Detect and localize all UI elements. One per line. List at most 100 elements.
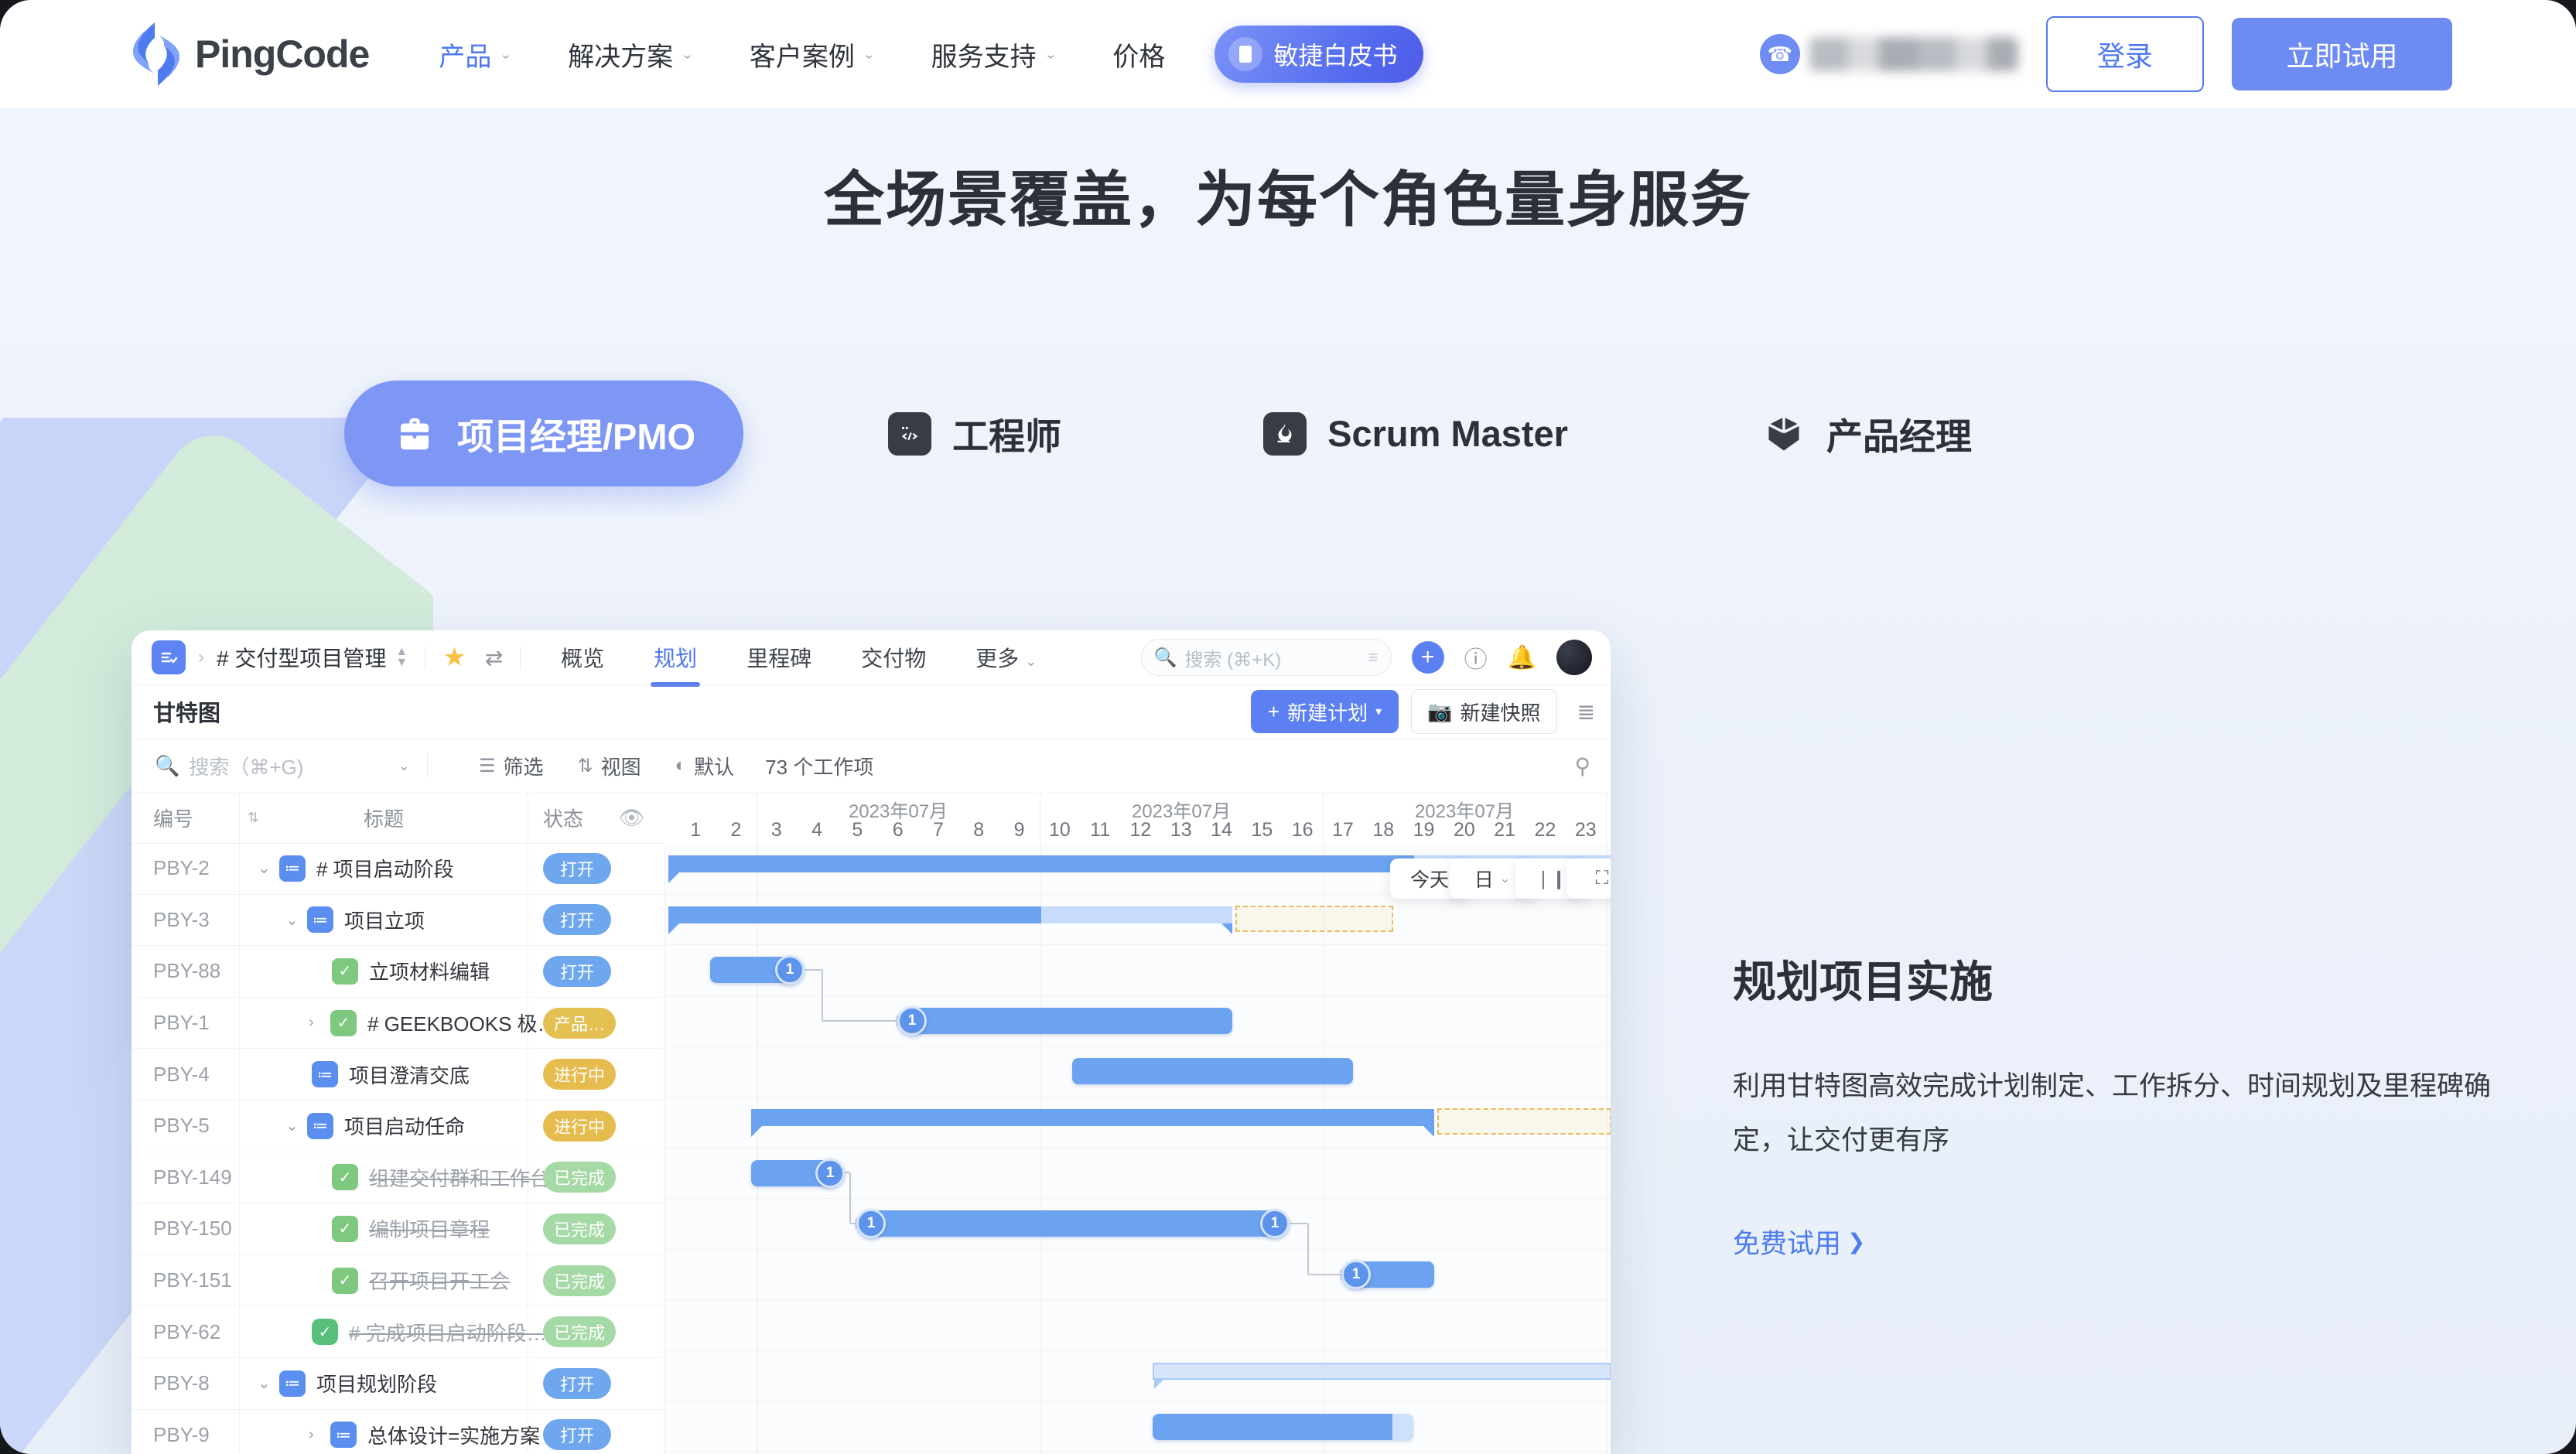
table-row-PBY-8[interactable]: PBY-8⌄≔项目规划阶段打开 bbox=[132, 1358, 664, 1410]
status-badge[interactable]: 进行中 bbox=[543, 1111, 616, 1142]
add-button[interactable]: + bbox=[1412, 641, 1444, 674]
gantt-task-bar[interactable] bbox=[912, 1008, 1232, 1034]
dependency-count-badge[interactable]: 1 bbox=[897, 1006, 927, 1036]
global-search-input[interactable]: 🔍 搜索 (⌘+K) ≡ bbox=[1141, 639, 1392, 676]
nav-item-解决方案[interactable]: 解决方案⌄ bbox=[568, 36, 694, 73]
chevron-down-icon[interactable]: ⌄ bbox=[285, 910, 307, 930]
app-tab-交付物[interactable]: 交付物 bbox=[858, 631, 929, 684]
new-plan-button[interactable]: + 新建计划 ▾ bbox=[1251, 690, 1399, 733]
status-badge[interactable]: 打开 bbox=[543, 1419, 611, 1450]
list-view-icon[interactable]: ≣ bbox=[1577, 699, 1594, 725]
work-item-title[interactable]: 召开项目开工会 bbox=[369, 1266, 510, 1295]
nav-item-产品[interactable]: 产品⌄ bbox=[439, 36, 512, 73]
default-config-button[interactable]: ◐默认 bbox=[675, 752, 735, 780]
work-item-title[interactable]: 项目澄清交底 bbox=[349, 1060, 470, 1089]
status-badge[interactable]: 已完成 bbox=[543, 1213, 616, 1244]
work-item-title[interactable]: 项目立项 bbox=[344, 906, 425, 934]
table-row-PBY-88[interactable]: PBY-88✓立项材料编辑打开 bbox=[132, 946, 664, 998]
table-row-PBY-150[interactable]: PBY-150✓编制项目章程已完成 bbox=[132, 1203, 664, 1255]
pingcode-logo[interactable]: PingCode bbox=[132, 21, 369, 87]
table-row-PBY-4[interactable]: PBY-4≔项目澄清交底进行中 bbox=[132, 1049, 664, 1101]
role-tab-2[interactable]: 工程师 bbox=[887, 407, 1061, 460]
status-badge[interactable]: 已完成 bbox=[543, 1316, 616, 1347]
table-row-PBY-3[interactable]: PBY-3⌄≔项目立项打开 bbox=[132, 895, 664, 947]
locate-icon[interactable]: ⚲ bbox=[1574, 753, 1590, 779]
snapshot-button[interactable]: 📷 新建快照 bbox=[1411, 689, 1556, 734]
chevron-right-icon[interactable]: › bbox=[309, 1426, 330, 1444]
filter-button[interactable]: ☰筛选 bbox=[479, 752, 544, 780]
work-item-title[interactable]: 编制项目章程 bbox=[369, 1214, 490, 1243]
work-item-title[interactable]: # 完成项目启动阶段… bbox=[349, 1318, 547, 1346]
gantt-task-bar[interactable] bbox=[871, 1210, 1275, 1237]
dependency-count-badge[interactable]: 1 bbox=[815, 1159, 845, 1188]
project-switcher-icon[interactable]: ▲▼ bbox=[395, 647, 408, 668]
status-badge[interactable]: 已完成 bbox=[543, 1162, 616, 1193]
status-badge[interactable]: 打开 bbox=[543, 1368, 611, 1399]
project-name[interactable]: # 交付型项目管理 bbox=[217, 642, 386, 673]
dependency-count-badge[interactable]: 1 bbox=[1260, 1209, 1290, 1238]
nav-item-服务支持[interactable]: 服务支持⌄ bbox=[931, 36, 1057, 73]
chevron-down-icon[interactable]: ⌄ bbox=[258, 1374, 279, 1393]
gantt-dashed-range[interactable] bbox=[1437, 1108, 1611, 1135]
nav-item-label: 客户案例 bbox=[750, 36, 855, 73]
work-item-title[interactable]: 项目规划阶段 bbox=[316, 1369, 437, 1398]
free-trial-link[interactable]: 免费试用❯ bbox=[1733, 1222, 2491, 1261]
gantt-dashed-range[interactable] bbox=[1235, 906, 1393, 932]
work-item-title[interactable]: 项目启动任命 bbox=[344, 1111, 465, 1140]
notifications-bell-icon[interactable]: 🔔 bbox=[1508, 644, 1536, 671]
status-badge[interactable]: 打开 bbox=[543, 853, 611, 884]
column-header-id[interactable]: 编号 bbox=[153, 793, 193, 843]
work-item-title[interactable]: 立项材料编辑 bbox=[369, 957, 490, 985]
whitepaper-button[interactable]: 敏捷白皮书 bbox=[1215, 26, 1423, 83]
eye-icon[interactable]: 👁 bbox=[619, 793, 644, 843]
chevron-right-icon[interactable]: › bbox=[309, 1014, 330, 1032]
gantt-summary-bar[interactable] bbox=[1153, 1363, 1611, 1380]
work-item-title[interactable]: 组建交付群和工作台 bbox=[369, 1163, 550, 1192]
gantt-summary-bar[interactable] bbox=[668, 906, 1232, 923]
table-row-PBY-9[interactable]: PBY-9›≔总体设计=实施方案（…打开 bbox=[132, 1410, 664, 1454]
table-row-PBY-62[interactable]: PBY-62✓# 完成项目启动阶段…已完成 bbox=[132, 1306, 664, 1358]
table-row-PBY-151[interactable]: PBY-151✓召开项目开工会已完成 bbox=[132, 1255, 664, 1307]
app-tab-更多[interactable]: 更多⌄ bbox=[972, 631, 1040, 684]
table-row-PBY-1[interactable]: PBY-1›✓# GEEKBOOKS 极…产品… bbox=[132, 998, 664, 1050]
dependency-count-badge[interactable]: 1 bbox=[856, 1209, 886, 1238]
table-row-PBY-2[interactable]: PBY-2⌄≔# 项目启动阶段打开 bbox=[132, 843, 664, 895]
project-folder-icon[interactable] bbox=[152, 640, 186, 674]
gantt-task-bar[interactable] bbox=[1072, 1058, 1353, 1084]
dependency-count-badge[interactable]: 1 bbox=[1341, 1260, 1371, 1289]
trial-button[interactable]: 立即试用 bbox=[2232, 18, 2452, 90]
column-header-status[interactable]: 状态 bbox=[543, 793, 583, 843]
role-tab-4[interactable]: 产品经理 bbox=[1761, 407, 1972, 460]
task-icon: ✓ bbox=[330, 1010, 357, 1036]
favorite-star-icon[interactable]: ★ bbox=[442, 642, 466, 673]
app-tab-里程碑[interactable]: 里程碑 bbox=[743, 631, 815, 684]
status-badge[interactable]: 打开 bbox=[543, 956, 611, 987]
status-badge[interactable]: 进行中 bbox=[543, 1059, 616, 1090]
gantt-summary-bar[interactable] bbox=[751, 1109, 1434, 1126]
user-avatar[interactable] bbox=[1556, 640, 1592, 675]
gantt-search-input[interactable]: 🔍 搜索（⌘+G) ⌄ bbox=[155, 752, 410, 780]
status-badge[interactable]: 打开 bbox=[543, 904, 611, 935]
role-tab-1[interactable]: 项目经理/PMO bbox=[344, 381, 743, 486]
gantt-task-bar[interactable] bbox=[1153, 1414, 1413, 1440]
status-badge[interactable]: 已完成 bbox=[543, 1265, 616, 1296]
role-tab-3[interactable]: Scrum Master bbox=[1262, 411, 1568, 456]
login-button[interactable]: 登录 bbox=[2046, 16, 2204, 92]
nav-item-价格[interactable]: 价格 bbox=[1112, 36, 1165, 73]
help-icon[interactable]: ⓘ bbox=[1464, 640, 1488, 674]
table-row-PBY-149[interactable]: PBY-149✓组建交付群和工作台已完成 bbox=[132, 1152, 664, 1204]
column-header-title[interactable]: 标题 bbox=[364, 793, 404, 843]
work-item-title[interactable]: # 项目启动阶段 bbox=[316, 854, 454, 882]
table-row-PBY-5[interactable]: PBY-5⌄≔项目启动任命进行中 bbox=[132, 1101, 664, 1152]
app-tab-规划[interactable]: 规划 bbox=[651, 631, 700, 684]
chevron-down-icon[interactable]: ⌄ bbox=[258, 858, 279, 878]
nav-item-客户案例[interactable]: 客户案例⌄ bbox=[750, 36, 876, 73]
chevron-down-icon[interactable]: ⌄ bbox=[285, 1116, 307, 1135]
sort-icon[interactable]: ⇅ bbox=[248, 793, 259, 843]
swap-icon[interactable]: ⇄ bbox=[485, 645, 503, 671]
dependency-count-badge[interactable]: 1 bbox=[775, 955, 805, 985]
app-tab-概览[interactable]: 概览 bbox=[558, 631, 607, 684]
view-settings-button[interactable]: ⇅视图 bbox=[578, 752, 641, 780]
status-badge[interactable]: 产品… bbox=[543, 1008, 616, 1039]
fullscreen-button[interactable]: ⛶ bbox=[1566, 858, 1611, 899]
